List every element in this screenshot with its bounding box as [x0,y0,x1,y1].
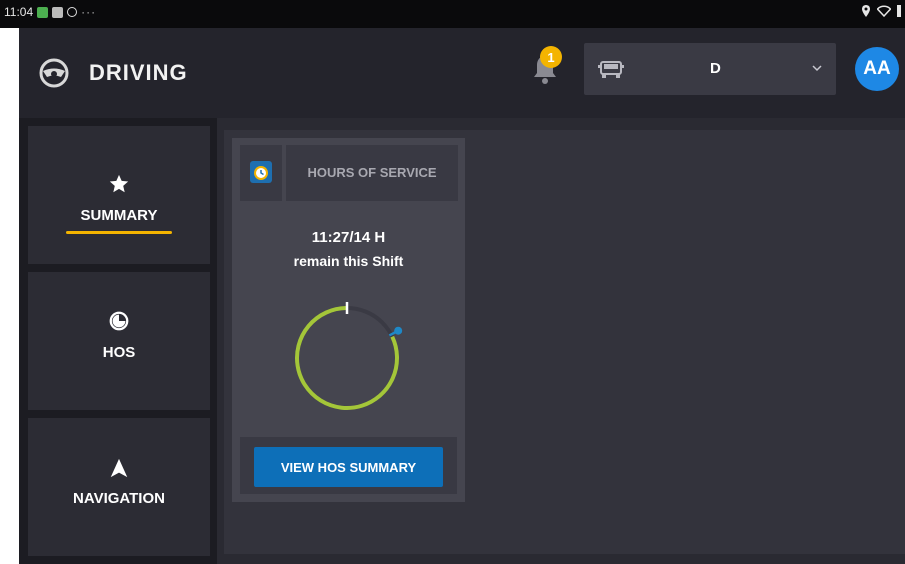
sidebar-item-hos[interactable]: HOS [28,272,210,410]
truck-front-icon [598,61,624,78]
hos-progress-dial [295,302,403,410]
chevron-down-icon [812,65,822,72]
status-time: 11:04 [4,5,34,19]
app-header: DRIVING 1 D AA [19,28,905,118]
location-icon [862,5,870,17]
sidebar: SUMMARY HOS NAVIGATION [19,118,217,564]
sidebar-item-label: NAVIGATION [73,490,165,507]
sidebar-item-label: HOS [102,344,136,361]
sidebar-item-navigation[interactable]: NAVIGATION [28,418,210,556]
vehicle-select-value: D [710,60,721,77]
active-tab-indicator [66,231,172,234]
sidebar-item-summary[interactable]: SUMMARY [28,126,210,264]
main-content: HOURS OF SERVICE 11:27/14 H remain this … [224,130,905,554]
remaining-time: 11:27/14 H [311,229,386,246]
message-notification-icon [52,6,64,18]
hos-card: HOURS OF SERVICE 11:27/14 H remain this … [232,138,465,502]
card-title: HOURS OF SERVICE [286,145,458,201]
timer-icon [67,7,78,17]
alarm-clock-icon [250,161,272,183]
battery-icon [897,5,901,17]
steering-wheel-icon [39,58,69,88]
photo-notification-icon [37,6,49,18]
notification-badge: 1 [540,46,562,68]
app-window: DRIVING 1 D AA SUMMARY HOS NAVIGATION HO… [19,28,905,564]
sidebar-item-label: SUMMARY [80,207,158,224]
vehicle-select[interactable]: D [584,43,836,95]
navigation-arrow-icon [110,458,128,478]
page-title: DRIVING [89,60,188,85]
remaining-label: remain this Shift [293,253,404,269]
clock-icon [109,311,129,331]
user-avatar[interactable]: AA [855,47,899,91]
status-bar-right [861,5,901,17]
status-bar-left: 11:04 ··· [4,5,96,19]
card-header-icon-box [240,145,282,201]
view-hos-summary-button[interactable]: VIEW HOS SUMMARY [254,447,443,487]
status-bar: 11:04 ··· [0,0,905,28]
wifi-icon [877,5,891,17]
star-icon [109,174,129,193]
more-notifications-indicator: ··· [81,5,97,19]
